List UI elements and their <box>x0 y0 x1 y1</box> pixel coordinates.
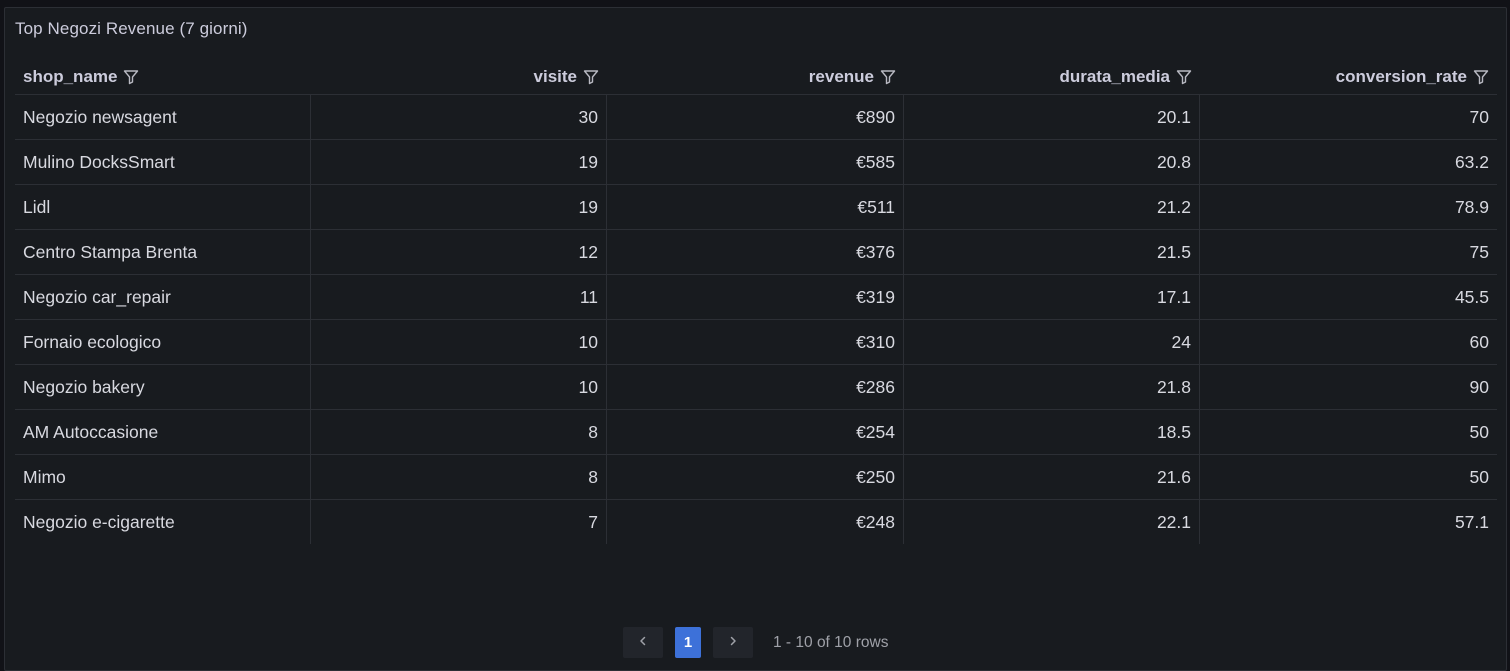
cell-shop-name: Centro Stampa Brenta <box>15 230 311 274</box>
cell-durata-media: 20.8 <box>904 140 1200 184</box>
cell-visite: 19 <box>311 185 607 229</box>
cell-visite: 8 <box>311 455 607 499</box>
cell-revenue: €248 <box>607 500 904 544</box>
cell-conversion-rate: 78.9 <box>1454 196 1489 217</box>
cell-durata-media: 20.1 <box>904 95 1200 139</box>
column-header-label: revenue <box>808 67 874 86</box>
cell-durata-media: 21.8 <box>904 365 1200 409</box>
page-1-button[interactable]: 1 <box>675 627 701 658</box>
cell-revenue: €310 <box>607 320 904 364</box>
table-header: shop_name visite revenue durata_media co… <box>15 60 1497 95</box>
pagination: 1 1 - 10 of 10 rows <box>623 627 888 658</box>
filter-icon[interactable] <box>880 69 896 85</box>
column-header-conversion-rate[interactable]: conversion_rate <box>1200 60 1497 94</box>
table-row: Centro Stampa Brenta 12 €376 21.5 75 <box>15 230 1497 275</box>
table-row: Mulino DocksSmart 19 €585 20.8 63.2 <box>15 140 1497 185</box>
cell-revenue: €286 <box>607 365 904 409</box>
filter-icon[interactable] <box>583 69 599 85</box>
column-header-label: conversion_rate <box>1335 67 1467 86</box>
cell-conversion-rate: 63.2 <box>1454 151 1489 172</box>
panel-title: Top Negozi Revenue (7 giorni) <box>15 19 248 38</box>
chevron-left-icon <box>637 634 649 652</box>
table-row: Negozio e-cigarette 7 €248 22.1 57.1 <box>15 500 1497 544</box>
table-row: Mimo 8 €250 21.6 50 <box>15 455 1497 500</box>
cell-conversion-rate: 57.1 <box>1454 511 1489 532</box>
cell-durata-media: 21.2 <box>904 185 1200 229</box>
cell-visite: 30 <box>311 95 607 139</box>
column-header-label: visite <box>533 67 577 86</box>
cell-visite: 10 <box>311 320 607 364</box>
cell-visite: 8 <box>311 410 607 454</box>
cell-shop-name: AM Autoccasione <box>15 410 311 454</box>
cell-revenue: €254 <box>607 410 904 454</box>
cell-durata-media: 21.5 <box>904 230 1200 274</box>
cell-durata-media: 21.6 <box>904 455 1200 499</box>
prev-page-button[interactable] <box>623 627 663 658</box>
cell-conversion-rate: 75 <box>1469 241 1489 262</box>
table-row: AM Autoccasione 8 €254 18.5 50 <box>15 410 1497 455</box>
next-page-button[interactable] <box>713 627 753 658</box>
cell-visite: 12 <box>311 230 607 274</box>
table-row: Negozio newsagent 30 €890 20.1 70 <box>15 95 1497 140</box>
table-row: Negozio bakery 10 €286 21.8 90 <box>15 365 1497 410</box>
cell-conversion-rate: 50 <box>1469 421 1489 442</box>
cell-revenue: €376 <box>607 230 904 274</box>
table-row: Negozio car_repair 11 €319 17.1 45.5 <box>15 275 1497 320</box>
cell-shop-name: Lidl <box>15 185 311 229</box>
cell-durata-media: 17.1 <box>904 275 1200 319</box>
cell-conversion-rate: 90 <box>1469 376 1489 397</box>
cell-durata-media: 24 <box>904 320 1200 364</box>
cell-conversion-rate: 45.5 <box>1454 286 1489 307</box>
cell-shop-name: Mimo <box>15 455 311 499</box>
cell-shop-name: Negozio bakery <box>15 365 311 409</box>
cell-durata-media: 22.1 <box>904 500 1200 544</box>
cell-revenue: €319 <box>607 275 904 319</box>
cell-visite: 11 <box>311 275 607 319</box>
cell-conversion-rate: 50 <box>1469 466 1489 487</box>
cell-conversion-rate: 60 <box>1469 331 1489 352</box>
rows-summary: 1 - 10 of 10 rows <box>773 633 889 651</box>
cell-shop-name: Fornaio ecologico <box>15 320 311 364</box>
column-header-label: shop_name <box>23 67 118 86</box>
cell-revenue: €511 <box>607 185 904 229</box>
cell-shop-name: Negozio car_repair <box>15 275 311 319</box>
table-row: Fornaio ecologico 10 €310 24 60 <box>15 320 1497 365</box>
filter-icon[interactable] <box>1473 69 1489 85</box>
chevron-right-icon <box>727 634 739 652</box>
cell-shop-name: Negozio e-cigarette <box>15 500 311 544</box>
filter-icon[interactable] <box>123 69 139 85</box>
cell-durata-media: 18.5 <box>904 410 1200 454</box>
cell-revenue: €890 <box>607 95 904 139</box>
cell-shop-name: Negozio newsagent <box>15 95 311 139</box>
cell-revenue: €585 <box>607 140 904 184</box>
cell-shop-name: Mulino DocksSmart <box>15 140 311 184</box>
cell-revenue: €250 <box>607 455 904 499</box>
cell-visite: 19 <box>311 140 607 184</box>
cell-visite: 7 <box>311 500 607 544</box>
cell-visite: 10 <box>311 365 607 409</box>
column-header-shop-name[interactable]: shop_name <box>15 60 311 94</box>
table-panel: Top Negozi Revenue (7 giorni) shop_name … <box>4 7 1507 671</box>
table-body: Negozio newsagent 30 €890 20.1 70 Mulino… <box>15 95 1497 544</box>
column-header-visite[interactable]: visite <box>311 60 607 94</box>
data-table: shop_name visite revenue durata_media co… <box>15 60 1497 544</box>
cell-conversion-rate: 70 <box>1469 106 1489 127</box>
column-header-revenue[interactable]: revenue <box>607 60 904 94</box>
table-row: Lidl 19 €511 21.2 78.9 <box>15 185 1497 230</box>
filter-icon[interactable] <box>1176 69 1192 85</box>
column-header-label: durata_media <box>1059 67 1170 86</box>
column-header-durata-media[interactable]: durata_media <box>904 60 1200 94</box>
